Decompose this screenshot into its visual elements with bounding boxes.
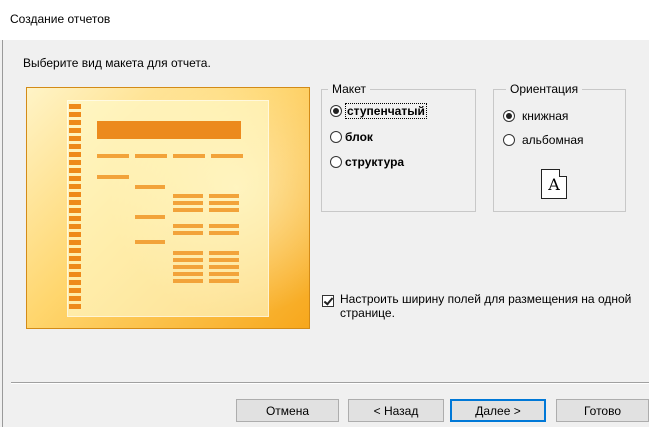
orientation-option-landscape-label: альбомная [522, 133, 584, 147]
window-title: Создание отчетов [10, 12, 111, 26]
preview-header-cell [97, 154, 129, 158]
preview-binding [69, 104, 81, 311]
layout-group-label: Макет [328, 82, 370, 96]
radio-button-selected[interactable] [503, 110, 515, 122]
back-button[interactable]: < Назад [348, 399, 444, 422]
preview-detail-line [173, 272, 203, 276]
preview-detail-line [209, 208, 239, 212]
preview-detail-line [173, 231, 203, 235]
page-orientation-icon: A [541, 169, 567, 199]
layout-preview-image [26, 87, 310, 329]
footer-separator [11, 382, 649, 383]
preview-title-bar [97, 121, 241, 139]
preview-group-level2 [135, 215, 165, 219]
preview-group-level2 [135, 240, 165, 244]
preview-detail-line [209, 272, 239, 276]
layout-option-stepped[interactable]: ступенчатый [330, 103, 427, 119]
radio-button[interactable] [503, 134, 515, 146]
preview-group-level2 [135, 185, 165, 189]
preview-group-level1 [97, 175, 129, 179]
preview-detail-line [209, 231, 239, 235]
preview-detail-line [173, 258, 203, 262]
window-border [2, 10, 3, 427]
fit-fields-checkbox-label: Настроить ширину полей для размещения на… [340, 292, 632, 320]
cancel-button[interactable]: Отмена [236, 399, 339, 422]
preview-detail-line [209, 265, 239, 269]
radio-button-selected[interactable] [330, 105, 342, 117]
preview-detail-line [209, 251, 239, 255]
preview-header-cell [135, 154, 167, 158]
orientation-option-landscape[interactable]: альбомная [503, 133, 584, 147]
radio-button[interactable] [330, 131, 342, 143]
preview-detail-line [173, 201, 203, 205]
preview-detail-line [209, 194, 239, 198]
fit-fields-checkbox-row[interactable]: Настроить ширину полей для размещения на… [322, 292, 635, 320]
preview-header-cell [173, 154, 205, 158]
orientation-option-portrait[interactable]: книжная [503, 109, 568, 123]
orientation-group-label: Ориентация [506, 82, 583, 96]
layout-option-block[interactable]: блок [330, 130, 373, 144]
preview-detail-line [173, 279, 203, 283]
preview-detail-line [209, 279, 239, 283]
finish-button[interactable]: Готово [556, 399, 649, 422]
instruction-text: Выберите вид макета для отчета. [23, 56, 211, 70]
preview-detail-line [173, 194, 203, 198]
preview-detail-line [209, 201, 239, 205]
layout-option-outline-label: структура [345, 155, 405, 169]
preview-detail-line [173, 224, 203, 228]
layout-option-block-label: блок [345, 130, 373, 144]
preview-detail-line [173, 265, 203, 269]
radio-button[interactable] [330, 156, 342, 168]
layout-option-stepped-label: ступенчатый [345, 103, 427, 119]
preview-detail-line [173, 208, 203, 212]
preview-detail-line [173, 251, 203, 255]
preview-header-cell [211, 154, 243, 158]
fit-fields-checkbox[interactable] [322, 295, 334, 307]
layout-option-outline[interactable]: структура [330, 155, 404, 169]
next-button[interactable]: Далее > [450, 399, 546, 422]
orientation-option-portrait-label: книжная [522, 109, 569, 123]
page-icon-letter: A [548, 174, 560, 194]
preview-detail-line [209, 224, 239, 228]
title-bar: Создание отчетов [0, 0, 649, 40]
preview-detail-line [209, 258, 239, 262]
